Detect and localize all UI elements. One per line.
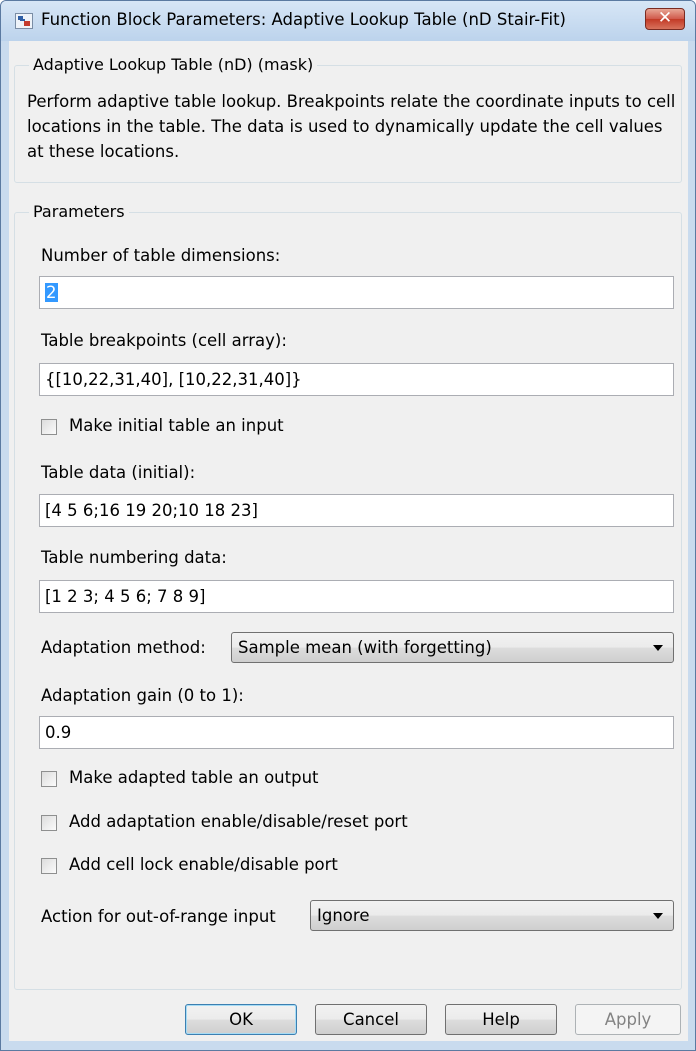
adaptation-gain-input[interactable]: 0.9 bbox=[39, 716, 674, 749]
numbering-data-label: Table numbering data: bbox=[41, 548, 227, 567]
adapted-output-checkbox[interactable] bbox=[41, 771, 57, 787]
chevron-down-icon bbox=[653, 913, 663, 919]
table-data-input[interactable]: [4 5 6;16 19 20;10 18 23] bbox=[39, 494, 674, 527]
reset-port-label: Add adaptation enable/disable/reset port bbox=[69, 812, 408, 831]
out-of-range-select[interactable]: Ignore bbox=[310, 900, 674, 931]
adapted-output-label: Make adapted table an output bbox=[69, 768, 319, 787]
close-icon: ✕ bbox=[657, 8, 673, 28]
adaptation-method-select[interactable]: Sample mean (with forgetting) bbox=[231, 632, 674, 663]
out-of-range-label: Action for out-of-range input bbox=[41, 907, 276, 926]
table-data-label: Table data (initial): bbox=[41, 463, 196, 482]
window-title: Function Block Parameters: Adaptive Look… bbox=[41, 10, 566, 29]
cell-lock-port-label: Add cell lock enable/disable port bbox=[69, 855, 338, 874]
num-dims-value: 2 bbox=[45, 283, 58, 302]
chevron-down-icon bbox=[653, 645, 663, 651]
breakpoints-label: Table breakpoints (cell array): bbox=[41, 331, 287, 350]
dialog-client-area: Adaptive Lookup Table (nD) (mask) Perfor… bbox=[9, 41, 688, 1041]
title-bar[interactable]: Function Block Parameters: Adaptive Look… bbox=[1, 1, 695, 41]
adaptation-method-value: Sample mean (with forgetting) bbox=[238, 638, 492, 657]
help-button[interactable]: Help bbox=[445, 1004, 557, 1035]
mask-legend: Adaptive Lookup Table (nD) (mask) bbox=[29, 55, 318, 74]
out-of-range-value: Ignore bbox=[317, 906, 370, 925]
apply-button[interactable]: Apply bbox=[575, 1004, 681, 1035]
simulink-icon bbox=[15, 13, 33, 29]
close-button[interactable]: ✕ bbox=[645, 8, 685, 30]
reset-port-checkbox[interactable] bbox=[41, 815, 57, 831]
initial-table-input-label: Make initial table an input bbox=[69, 416, 284, 435]
numbering-data-input[interactable]: [1 2 3; 4 5 6; 7 8 9] bbox=[39, 580, 674, 613]
initial-table-input-checkbox[interactable] bbox=[41, 419, 57, 435]
cell-lock-port-checkbox[interactable] bbox=[41, 858, 57, 874]
cancel-button[interactable]: Cancel bbox=[315, 1004, 427, 1035]
adaptation-method-label: Adaptation method: bbox=[41, 638, 206, 657]
num-dims-input[interactable]: 2 bbox=[39, 276, 674, 309]
dialog-window: Function Block Parameters: Adaptive Look… bbox=[0, 0, 696, 1051]
breakpoints-input[interactable]: {[10,22,31,40], [10,22,31,40]} bbox=[39, 363, 674, 396]
adaptation-gain-label: Adaptation gain (0 to 1): bbox=[41, 686, 244, 705]
num-dims-label: Number of table dimensions: bbox=[41, 246, 281, 265]
mask-description: Perform adaptive table lookup. Breakpoin… bbox=[27, 92, 676, 161]
parameters-legend: Parameters bbox=[29, 202, 129, 221]
ok-button[interactable]: OK bbox=[185, 1004, 297, 1035]
